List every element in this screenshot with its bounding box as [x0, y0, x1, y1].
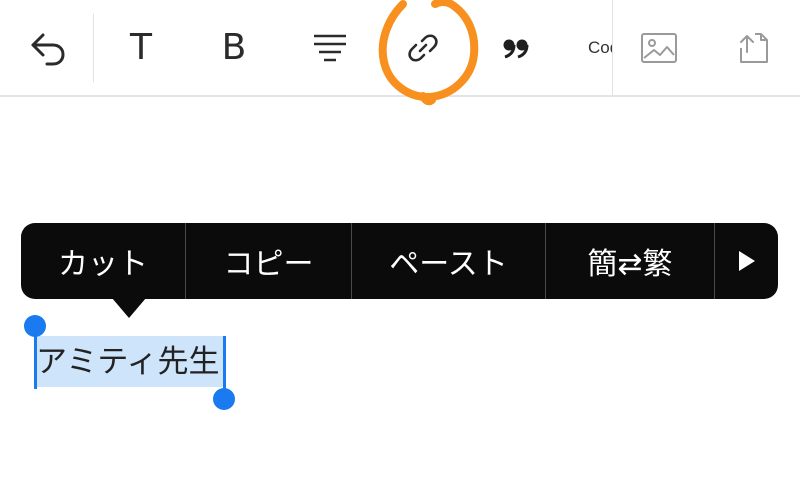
code-button[interactable]: Cod: [588, 0, 612, 95]
menu-more-button[interactable]: [715, 223, 778, 299]
toolbar-divider: [612, 0, 613, 95]
selection-start-handle[interactable]: [24, 315, 46, 337]
insert-image-button[interactable]: [636, 0, 682, 95]
text-style-button[interactable]: T: [115, 0, 167, 95]
bold-icon: B: [221, 27, 247, 68]
quote-button[interactable]: [495, 0, 537, 95]
bold-button[interactable]: B: [208, 0, 260, 95]
image-icon: [641, 32, 677, 63]
align-button[interactable]: [305, 0, 355, 95]
formatting-toolbar: T B Cod: [0, 0, 800, 97]
menu-item-convert[interactable]: 簡⇄繁: [546, 223, 714, 299]
undo-icon: [31, 33, 65, 65]
selection-end-caret: [223, 336, 226, 394]
export-icon: [740, 32, 768, 63]
more-arrow-icon: [738, 251, 755, 271]
menu-item-cut[interactable]: カット: [21, 223, 185, 299]
text-style-icon: T: [130, 27, 152, 68]
paste-label: ペースト: [389, 247, 508, 282]
context-menu-pointer: [112, 298, 146, 318]
selection-end-handle[interactable]: [213, 388, 235, 410]
cut-label: カット: [58, 247, 148, 282]
selected-text[interactable]: アミティ先生: [36, 340, 220, 384]
menu-item-paste[interactable]: ペースト: [352, 223, 545, 299]
convert-label: 簡⇄繁: [587, 247, 673, 282]
toolbar-divider: [93, 14, 94, 82]
selection-start-caret: [34, 333, 37, 389]
copy-label: コピー: [223, 247, 314, 282]
code-label: Cod: [588, 37, 612, 57]
link-button[interactable]: [400, 0, 446, 95]
text-context-menu: カット コピー ペースト 簡⇄繁: [21, 223, 778, 299]
undo-button[interactable]: [20, 0, 76, 95]
quote-icon: [503, 39, 529, 58]
export-button[interactable]: [730, 0, 776, 95]
align-icon: [314, 34, 346, 61]
link-icon: [408, 33, 438, 62]
menu-item-copy[interactable]: コピー: [186, 223, 351, 299]
